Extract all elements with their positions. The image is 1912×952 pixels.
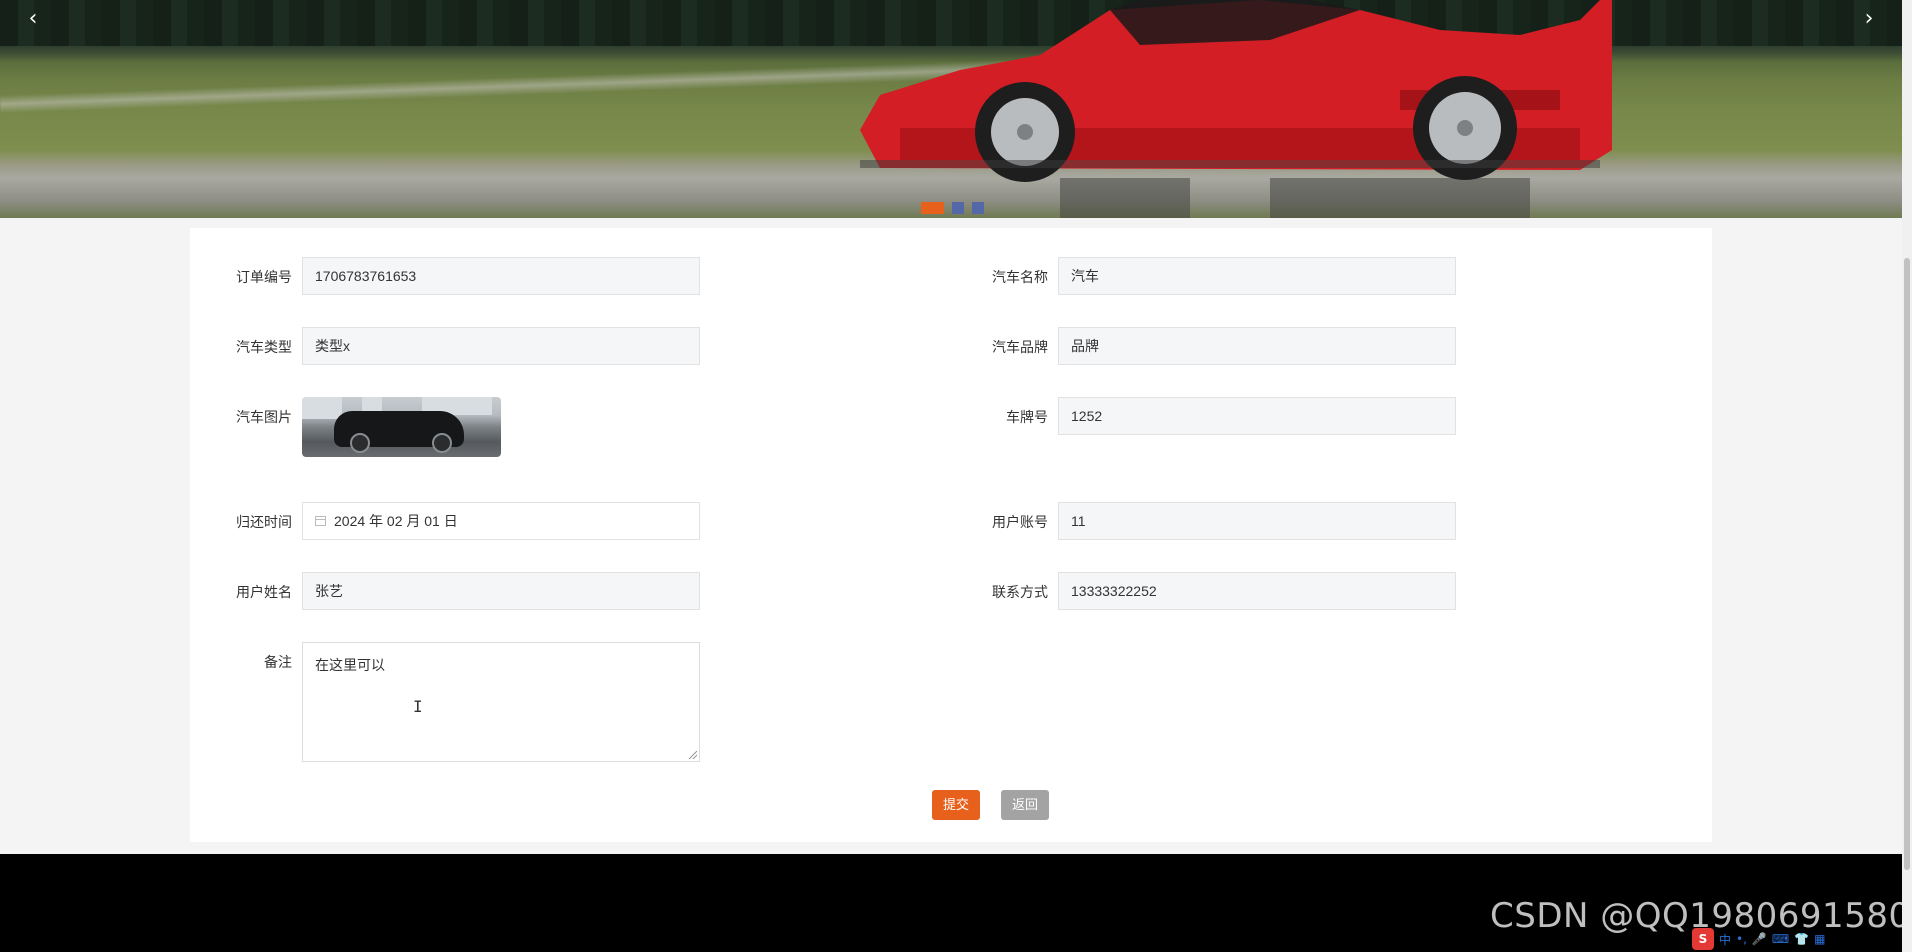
calendar-icon [315,516,326,526]
return-time-label: 归还时间 [236,514,292,530]
return-time-value: 2024 年 02 月 01 日 [334,513,458,529]
red-sports-car-image [860,0,1612,182]
plate-no-field: 车牌号 1252 [982,397,1456,437]
car-image-field: 汽车图片 [226,397,501,457]
carousel-dot-1[interactable] [921,202,944,214]
car-name-input[interactable]: 汽车 [1058,257,1456,295]
user-name-label: 用户姓名 [236,584,292,600]
carousel-indicators [921,202,984,214]
contact-label: 联系方式 [992,584,1048,600]
banner-carousel: ‹ › [0,0,1902,218]
skin-icon[interactable]: 👕 [1794,932,1809,946]
carousel-dot-3[interactable] [972,202,984,214]
car-image-thumbnail[interactable] [302,397,501,457]
plate-no-input[interactable]: 1252 [1058,397,1456,435]
contact-field: 联系方式 13333322252 [982,572,1456,612]
system-tray: S 中 •, 🎤 ⌨ 👕 ▦ [1692,928,1826,950]
order-no-label: 订单编号 [236,269,292,285]
car-type-input[interactable]: 类型x [302,327,700,365]
return-time-field: 归还时间 2024 年 02 月 01 日 [226,502,700,542]
car-brand-field: 汽车品牌 品牌 [982,327,1456,367]
order-no-input[interactable]: 1706783761653 [302,257,700,295]
punctuation-icon[interactable]: •, [1736,932,1747,946]
order-form-card: 订单编号 1706783761653 汽车名称 汽车 汽车类型 类型x 汽车品牌… [190,228,1712,842]
text-cursor-icon: I [413,697,423,716]
remark-text: 在这里可以 [315,657,385,673]
user-account-input[interactable]: 11 [1058,502,1456,540]
car-type-field: 汽车类型 类型x [226,327,700,367]
carousel-dot-2[interactable] [952,202,964,214]
order-no-field: 订单编号 1706783761653 [226,257,700,297]
carousel-next-icon[interactable]: › [1854,4,1884,34]
car-name-label: 汽车名称 [992,269,1048,285]
contact-input[interactable]: 13333322252 [1058,572,1456,610]
ime-logo-icon[interactable]: S [1692,928,1714,950]
car-brand-label: 汽车品牌 [992,339,1048,355]
submit-button[interactable]: 提交 [932,790,980,820]
user-name-input[interactable]: 张艺 [302,572,700,610]
ime-language-indicator[interactable]: 中 [1719,931,1731,948]
scrollbar-thumb[interactable] [1904,258,1910,870]
carousel-prev-icon[interactable]: ‹ [18,4,48,34]
remark-field: 备注 在这里可以 I [226,642,700,762]
resize-grip-icon[interactable] [689,751,697,759]
remark-textarea[interactable]: 在这里可以 I [302,642,700,762]
car-brand-input[interactable]: 品牌 [1058,327,1456,365]
car-image-label: 汽车图片 [236,409,292,425]
microphone-icon[interactable]: 🎤 [1752,932,1767,946]
user-account-field: 用户账号 11 [982,502,1456,542]
page: ‹ › 订单编号 1706783761653 汽车名称 汽车 汽车类型 类型x … [0,0,1912,952]
keyboard-icon[interactable]: ⌨ [1772,932,1789,946]
toolbox-icon[interactable]: ▦ [1814,932,1825,946]
plate-no-label: 车牌号 [1006,409,1048,425]
return-time-date-picker[interactable]: 2024 年 02 月 01 日 [302,502,700,540]
page-scrollbar[interactable] [1902,0,1912,952]
user-name-field: 用户姓名 张艺 [226,572,700,612]
remark-label: 备注 [264,654,292,670]
car-name-field: 汽车名称 汽车 [982,257,1456,297]
user-account-label: 用户账号 [992,514,1048,530]
back-button[interactable]: 返回 [1001,790,1049,820]
car-type-label: 汽车类型 [236,339,292,355]
